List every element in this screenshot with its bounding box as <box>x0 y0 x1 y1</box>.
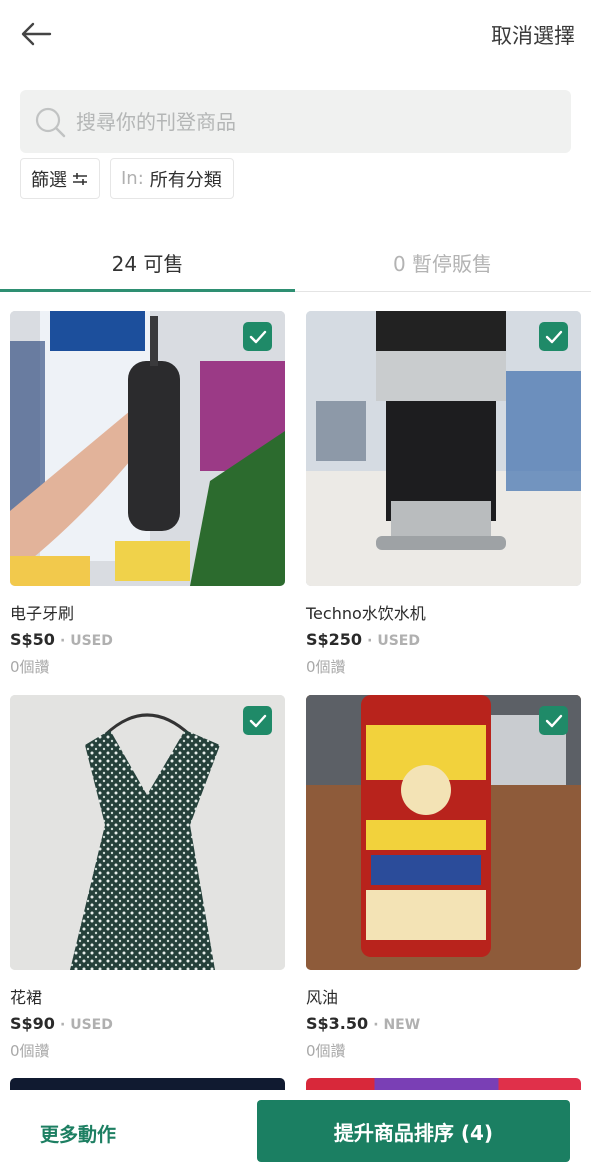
product-image <box>10 695 285 970</box>
filter-label: 篩選 <box>31 169 67 191</box>
selected-checkbox[interactable] <box>243 706 272 735</box>
oil-bottle-photo <box>306 695 581 970</box>
category-prefix: In: <box>121 168 144 189</box>
product-image <box>306 695 581 970</box>
bottom-action-bar: 更多動作 提升商品排序 (4) <box>0 1090 591 1170</box>
active-tab-indicator <box>0 289 295 292</box>
listing-price: S$50 <box>10 630 55 649</box>
listing-tabs: 24 可售 0 暫停販售 <box>0 232 591 292</box>
top-bar: 取消選擇 <box>0 0 591 70</box>
dress-photo <box>10 695 285 970</box>
back-button[interactable] <box>18 18 54 50</box>
arrow-left-icon <box>21 22 52 46</box>
check-icon <box>249 714 266 727</box>
listing-likes: 0個讚 <box>10 1042 50 1060</box>
boost-listings-button[interactable]: 提升商品排序 (4) <box>257 1100 570 1162</box>
listing-price: S$90 <box>10 1014 55 1033</box>
check-icon <box>249 330 266 343</box>
toothbrush-photo <box>10 311 285 586</box>
selected-checkbox[interactable] <box>539 706 568 735</box>
listing-title: 花裙 <box>10 988 43 1007</box>
listing-card[interactable]: 风油 S$3.50 · NEW 0個讚 <box>306 695 581 1061</box>
selected-checkbox[interactable] <box>243 322 272 351</box>
listing-title: 电子牙刷 <box>10 604 75 623</box>
water-dispenser-photo <box>306 311 581 586</box>
search-icon <box>35 107 66 137</box>
listing-condition: USED <box>377 633 420 649</box>
listing-title: 风油 <box>306 988 339 1007</box>
category-selector[interactable]: In: 所有分類 <box>110 158 234 199</box>
price-line: S$50 · USED <box>10 630 113 649</box>
selected-checkbox[interactable] <box>539 322 568 351</box>
listing-condition: USED <box>70 633 113 649</box>
more-actions-button[interactable]: 更多動作 <box>40 1120 116 1147</box>
listing-price: S$3.50 <box>306 1014 369 1033</box>
check-icon <box>545 714 562 727</box>
product-image <box>10 311 285 586</box>
listing-price: S$250 <box>306 630 363 649</box>
listing-likes: 0個讚 <box>10 658 50 676</box>
listing-likes: 0個讚 <box>306 658 346 676</box>
price-line: S$90 · USED <box>10 1014 113 1033</box>
filter-button[interactable]: 篩選 <box>20 158 100 199</box>
product-image <box>306 311 581 586</box>
cancel-selection-button[interactable]: 取消選擇 <box>491 20 575 50</box>
tab-available[interactable]: 24 可售 <box>0 232 295 292</box>
tab-paused[interactable]: 0 暫停販售 <box>295 232 590 292</box>
price-line: S$3.50 · NEW <box>306 1014 421 1033</box>
listing-title: Techno水饮水机 <box>306 604 426 623</box>
search-input[interactable] <box>76 109 546 134</box>
search-bar[interactable] <box>20 90 571 153</box>
listing-condition: USED <box>70 1017 113 1033</box>
check-icon <box>545 330 562 343</box>
listing-card[interactable]: 电子牙刷 S$50 · USED 0個讚 <box>10 311 285 677</box>
listing-card[interactable]: Techno水饮水机 S$250 · USED 0個讚 <box>306 311 581 677</box>
sliders-icon <box>73 172 87 185</box>
category-value: 所有分類 <box>149 169 222 191</box>
listing-likes: 0個讚 <box>306 1042 346 1060</box>
listing-card[interactable]: 花裙 S$90 · USED 0個讚 <box>10 695 285 1061</box>
listing-condition: NEW <box>383 1017 421 1033</box>
price-line: S$250 · USED <box>306 630 420 649</box>
